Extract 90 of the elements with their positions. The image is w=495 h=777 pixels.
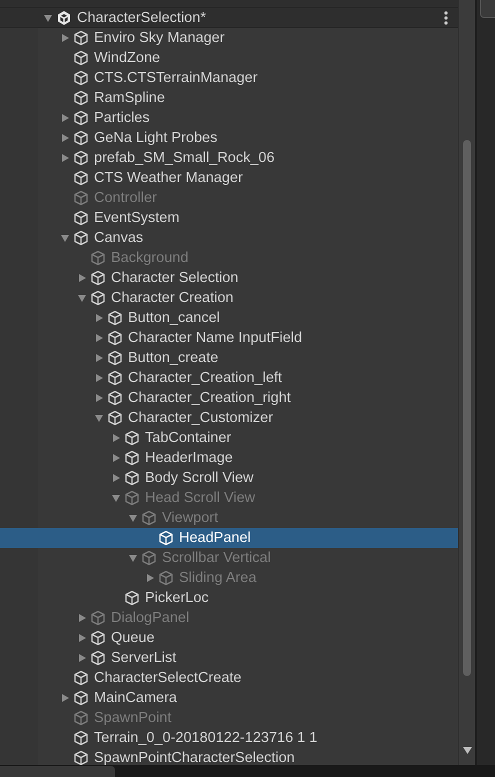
cube-icon <box>107 350 123 366</box>
hierarchy-item[interactable]: HeaderImage <box>0 448 458 468</box>
cube-icon <box>107 370 123 386</box>
hierarchy-item[interactable]: Character_Creation_left <box>0 368 458 388</box>
triangle-down-icon[interactable] <box>43 12 53 22</box>
hierarchy-item[interactable]: Canvas <box>0 228 458 248</box>
triangle-right-icon[interactable] <box>94 373 104 383</box>
triangle-right-icon[interactable] <box>77 273 87 283</box>
hierarchy-item[interactable]: ServerList <box>0 648 458 668</box>
hierarchy-item[interactable]: Button_create <box>0 348 458 368</box>
cube-icon <box>124 430 140 446</box>
hierarchy-item[interactable]: Character Creation <box>0 288 458 308</box>
triangle-right-icon[interactable] <box>94 313 104 323</box>
triangle-right-icon[interactable] <box>111 473 121 483</box>
cube-icon <box>73 190 89 206</box>
triangle-right-icon[interactable] <box>77 633 87 643</box>
triangle-right-icon[interactable] <box>60 153 70 163</box>
triangle-right-icon[interactable] <box>77 653 87 663</box>
cube-icon <box>141 550 157 566</box>
hierarchy-item[interactable]: CharacterSelectCreate <box>0 668 458 688</box>
triangle-down-icon[interactable] <box>60 233 70 243</box>
triangle-right-icon[interactable] <box>60 693 70 703</box>
triangle-right-icon[interactable] <box>94 353 104 363</box>
triangle-right-icon[interactable] <box>111 433 121 443</box>
cube-icon <box>124 490 140 506</box>
cube-icon <box>141 510 157 526</box>
hierarchy-item[interactable]: RamSpline <box>0 88 458 108</box>
cube-icon <box>73 690 89 706</box>
scrollbar-thumb[interactable] <box>463 140 471 676</box>
cube-icon <box>73 90 89 106</box>
hierarchy-item[interactable]: Character Selection <box>0 268 458 288</box>
cube-icon <box>73 150 89 166</box>
scene-row[interactable]: CharacterSelection* <box>0 8 458 28</box>
hierarchy-item[interactable]: Terrain_0_0-20180122-123716 1 1 <box>0 728 458 748</box>
hierarchy-item[interactable]: TabContainer <box>0 428 458 448</box>
triangle-right-icon[interactable] <box>60 133 70 143</box>
hierarchy-item[interactable]: GeNa Light Probes <box>0 128 458 148</box>
cube-icon <box>107 410 123 426</box>
cube-icon <box>90 650 106 666</box>
hierarchy-item[interactable]: prefab_SM_Small_Rock_06 <box>0 148 458 168</box>
cube-icon <box>73 730 89 746</box>
hierarchy-item[interactable]: WindZone <box>0 48 458 68</box>
triangle-right-icon[interactable] <box>60 33 70 43</box>
hierarchy-item[interactable]: CTS.CTSTerrainManager <box>0 68 458 88</box>
cube-icon <box>124 470 140 486</box>
cube-icon <box>124 450 140 466</box>
cube-icon <box>107 310 123 326</box>
cube-icon <box>107 390 123 406</box>
hierarchy-item[interactable]: Enviro Sky Manager <box>0 28 458 48</box>
cube-icon <box>73 70 89 86</box>
cube-icon <box>158 570 174 586</box>
cube-icon <box>73 170 89 186</box>
cube-icon <box>90 290 106 306</box>
hierarchy-item[interactable]: Particles <box>0 108 458 128</box>
cube-icon <box>90 270 106 286</box>
hierarchy-item[interactable]: MainCamera <box>0 688 458 708</box>
hierarchy-item[interactable]: Queue <box>0 628 458 648</box>
cube-icon <box>107 330 123 346</box>
triangle-down-icon[interactable] <box>77 293 87 303</box>
cube-icon <box>73 750 89 765</box>
cube-icon <box>90 630 106 646</box>
scroll-down-arrow-icon[interactable] <box>463 747 472 754</box>
cube-icon <box>73 30 89 46</box>
cube-icon <box>124 590 140 606</box>
more-options-icon[interactable] <box>444 10 448 24</box>
hierarchy-item[interactable]: SpawnPointCharacterSelection <box>0 748 458 765</box>
triangle-right-icon[interactable] <box>94 393 104 403</box>
cube-icon <box>73 710 89 726</box>
hierarchy-item[interactable]: Character_Customizer <box>0 408 458 428</box>
hierarchy-item[interactable]: CTS Weather Manager <box>0 168 458 188</box>
cube-icon <box>73 670 89 686</box>
cube-icon <box>73 210 89 226</box>
scene-logo-icon <box>56 10 72 26</box>
hierarchy-item[interactable]: Character_Creation_right <box>0 388 458 408</box>
cube-icon <box>73 110 89 126</box>
triangle-right-icon[interactable] <box>94 333 104 343</box>
cube-icon <box>158 530 174 546</box>
triangle-down-icon[interactable] <box>94 413 104 423</box>
triangle-right-icon[interactable] <box>60 113 70 123</box>
cube-icon <box>90 610 106 626</box>
triangle-right-icon[interactable] <box>111 453 121 463</box>
cube-icon <box>73 50 89 66</box>
cube-icon <box>73 230 89 246</box>
cube-icon <box>73 130 89 146</box>
hierarchy-item[interactable]: Body Scroll View <box>0 468 458 488</box>
hierarchy-item[interactable]: Button_cancel <box>0 308 458 328</box>
hierarchy-item[interactable]: PickerLoc <box>0 588 458 608</box>
hierarchy-item[interactable]: EventSystem <box>0 208 458 228</box>
hierarchy-item[interactable]: Character Name InputField <box>0 328 458 348</box>
cube-icon <box>90 250 106 266</box>
